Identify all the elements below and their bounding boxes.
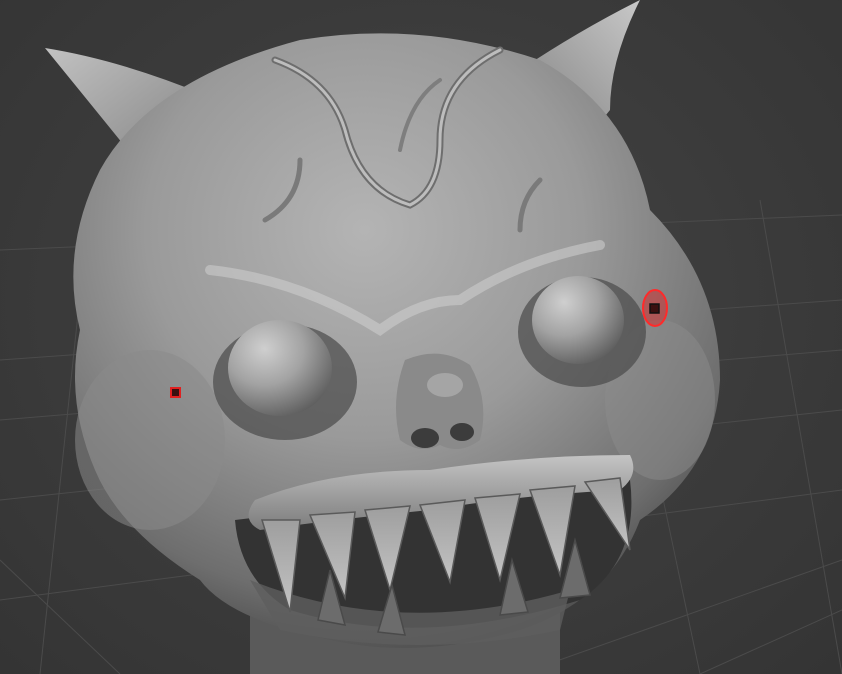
nose-highlight [427,373,463,397]
3d-viewport[interactable] [0,0,842,674]
right-nostril [450,423,474,441]
left-nostril [411,428,439,448]
viewport-canvas[interactable] [0,0,842,674]
right-eye [532,276,624,364]
symmetry-marker-left[interactable] [170,387,181,398]
left-eye [228,320,332,416]
left-cheek [75,350,225,530]
brush-cursor-ring[interactable] [642,289,668,327]
